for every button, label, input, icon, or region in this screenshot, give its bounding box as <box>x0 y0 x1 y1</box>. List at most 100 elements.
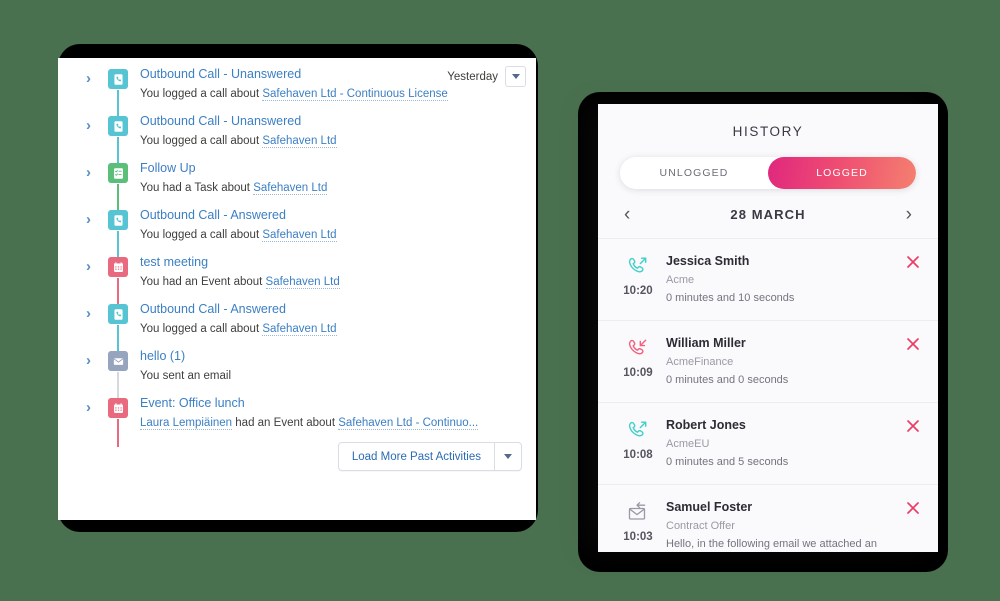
entry-delete-button[interactable] <box>904 253 922 306</box>
entry-org: Acme <box>666 274 695 286</box>
entry-detail: 0 minutes and 0 seconds <box>666 374 789 386</box>
activity-sub-mid: had an Event about <box>232 417 339 429</box>
history-panel: HISTORY UNLOGGED LOGGED ‹ 28 MARCH › 10:… <box>598 104 938 552</box>
entry-body: Robert Jones AcmeEU 0 minutes and 5 seco… <box>664 417 904 470</box>
activity-row[interactable]: › Outbound Call - Unanswered You logged … <box>86 66 516 118</box>
activity-person-link[interactable]: Laura Lempiäinen <box>140 417 233 430</box>
activity-related-link[interactable]: Safehaven Ltd - Continuo... <box>338 417 479 430</box>
activity-row[interactable]: › Outbound Call - Answered You logged a … <box>86 301 516 353</box>
activity-title[interactable]: Outbound Call - Answered <box>140 301 516 317</box>
activity-row[interactable]: › test meeting You had an Event about Sa… <box>86 254 516 306</box>
chevron-left-icon[interactable]: ‹ <box>624 205 630 224</box>
history-filter-toggle[interactable]: UNLOGGED LOGGED <box>620 157 916 189</box>
activity-related-link[interactable]: Safehaven Ltd <box>262 135 337 148</box>
toggle-logged[interactable]: LOGGED <box>768 157 916 189</box>
chevron-right-icon[interactable]: › <box>86 71 100 86</box>
task-list-icon <box>108 163 128 183</box>
history-title: HISTORY <box>732 124 804 139</box>
entry-org: AcmeFinance <box>666 356 734 368</box>
history-entry[interactable]: 10:08 Robert Jones AcmeEU 0 minutes and … <box>598 403 938 485</box>
entry-detail: 0 minutes and 5 seconds <box>666 456 789 468</box>
call-log-icon <box>108 210 128 230</box>
entry-time: 10:20 <box>623 285 653 297</box>
chevron-right-icon[interactable]: › <box>86 259 100 274</box>
history-entry[interactable]: 10:03 Samuel Foster Contract Offer Hello… <box>598 485 938 552</box>
activity-subtitle: Laura Lempiäinen had an Event about Safe… <box>140 415 516 431</box>
activity-title[interactable]: Outbound Call - Unanswered <box>140 113 516 129</box>
entry-time: 10:09 <box>623 367 653 379</box>
call-log-icon <box>108 116 128 136</box>
entry-meta: 10:20 <box>612 253 664 306</box>
activity-related-link[interactable]: Safehaven Ltd - Continuous License <box>262 88 448 101</box>
load-more-caret-button[interactable] <box>494 443 521 470</box>
entry-detail: 0 minutes and 10 seconds <box>666 292 795 304</box>
chevron-right-icon[interactable]: › <box>906 205 912 224</box>
activity-subtitle: You logged a call about Safehaven Ltd - … <box>140 86 516 102</box>
chevron-right-icon[interactable]: › <box>86 165 100 180</box>
outbound-call-icon <box>626 417 650 443</box>
entry-meta: 10:08 <box>612 417 664 470</box>
activity-row[interactable]: › Outbound Call - Answered You logged a … <box>86 207 516 259</box>
entry-body: Samuel Foster Contract Offer Hello, in t… <box>664 499 904 552</box>
entry-name: Robert Jones <box>666 418 746 432</box>
load-more-past-activities-button[interactable]: Load More Past Activities <box>337 442 522 471</box>
activity-sub-prefix: You logged a call about <box>140 135 263 147</box>
chevron-right-icon[interactable]: › <box>86 353 100 368</box>
timeline-connector <box>117 419 119 447</box>
chevron-right-icon[interactable]: › <box>86 306 100 321</box>
activity-title[interactable]: Follow Up <box>140 160 516 176</box>
history-entry[interactable]: 10:20 Jessica Smith Acme 0 minutes and 1… <box>598 239 938 321</box>
entry-name: Samuel Foster <box>666 500 753 514</box>
activity-subtitle: You logged a call about Safehaven Ltd <box>140 133 516 149</box>
chevron-right-icon[interactable]: › <box>86 212 100 227</box>
activity-title[interactable]: hello (1) <box>140 348 516 364</box>
load-more-label: Load More Past Activities <box>351 450 481 463</box>
entry-meta: 10:03 <box>612 499 664 552</box>
entry-body: Jessica Smith Acme 0 minutes and 10 seco… <box>664 253 904 306</box>
activity-related-link[interactable]: Safehaven Ltd <box>253 182 328 195</box>
activity-related-link[interactable]: Safehaven Ltd <box>265 276 340 289</box>
chevron-right-icon[interactable]: › <box>86 118 100 133</box>
activity-subtitle: You logged a call about Safehaven Ltd <box>140 321 516 337</box>
activity-title[interactable]: Event: Office lunch <box>140 395 516 411</box>
screenshot-stage: Yesterday › Outbound Call - Unanswered Y… <box>0 0 1000 601</box>
caret-down-icon <box>504 454 512 459</box>
calendar-icon <box>108 398 128 418</box>
entry-org: AcmeEU <box>666 438 710 450</box>
activity-title[interactable]: Outbound Call - Unanswered <box>140 66 516 82</box>
activity-related-link[interactable]: Safehaven Ltd <box>262 229 337 242</box>
chevron-right-icon[interactable]: › <box>86 400 100 415</box>
incoming-email-icon <box>625 499 651 525</box>
entry-meta: 10:09 <box>612 335 664 388</box>
activity-timeline-panel: Yesterday › Outbound Call - Unanswered Y… <box>58 58 536 520</box>
history-entry[interactable]: 10:09 William Miller AcmeFinance 0 minut… <box>598 321 938 403</box>
activity-row[interactable]: › hello (1) You sent an email <box>86 348 516 400</box>
entry-name: Jessica Smith <box>666 254 750 268</box>
inbound-call-icon <box>626 335 650 361</box>
activity-subtitle: You had an Event about Safehaven Ltd <box>140 274 516 290</box>
toggle-unlogged[interactable]: UNLOGGED <box>620 157 768 189</box>
entry-name: William Miller <box>666 336 746 350</box>
entry-delete-button[interactable] <box>904 335 922 388</box>
activity-subtitle: You sent an email <box>140 368 516 384</box>
call-log-icon <box>108 304 128 324</box>
activity-title[interactable]: test meeting <box>140 254 516 270</box>
entry-time: 10:03 <box>623 531 653 543</box>
envelope-icon <box>108 351 128 371</box>
entry-detail: Hello, in the following email we attache… <box>666 538 877 550</box>
activity-row[interactable]: › Follow Up You had a Task about Safehav… <box>86 160 516 212</box>
activity-sub-prefix: You logged a call about <box>140 323 263 335</box>
activity-row[interactable]: › Outbound Call - Unanswered You logged … <box>86 113 516 165</box>
activity-title[interactable]: Outbound Call - Answered <box>140 207 516 223</box>
activity-row[interactable]: › Event: Office lunch Laura Lempiäinen h… <box>86 395 516 447</box>
entry-delete-button[interactable] <box>904 499 922 552</box>
entry-time: 10:08 <box>623 449 653 461</box>
date-navigator: ‹ 28 MARCH › <box>598 189 938 238</box>
call-log-icon <box>108 69 128 89</box>
entry-delete-button[interactable] <box>904 417 922 470</box>
activity-list: › Outbound Call - Unanswered You logged … <box>86 66 516 447</box>
activity-related-link[interactable]: Safehaven Ltd <box>262 323 337 336</box>
activity-sub-prefix: You sent an email <box>140 370 232 382</box>
current-date-label: 28 MARCH <box>730 207 806 222</box>
entry-body: William Miller AcmeFinance 0 minutes and… <box>664 335 904 388</box>
